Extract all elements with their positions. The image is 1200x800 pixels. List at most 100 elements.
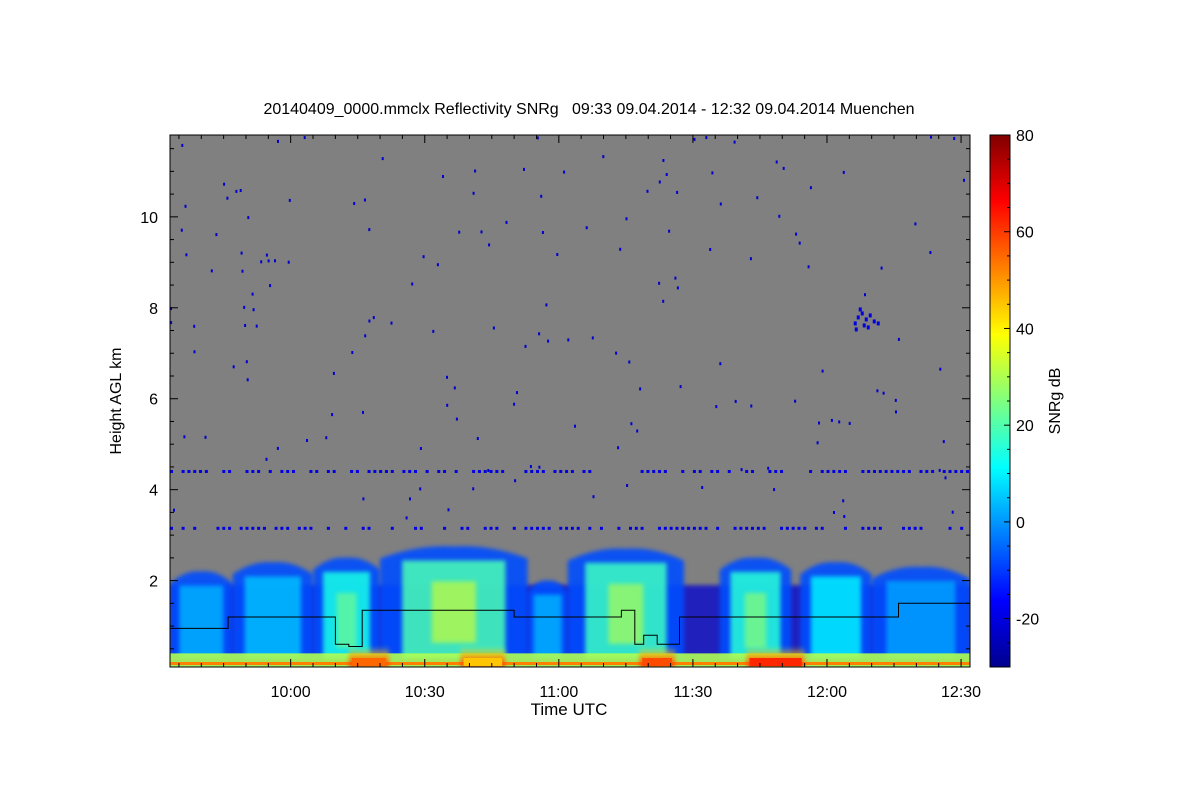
weak-echo-speck [193,526,197,530]
noise-speck [615,351,618,355]
weak-echo-speck [530,526,534,530]
weak-echo-speck [570,526,574,530]
weak-echo-speck [536,526,540,530]
colorbar-tick-label: 20 [1016,418,1034,435]
noise-speck [446,403,449,407]
weak-echo-speck [663,526,667,530]
weak-echo-speck [739,526,743,530]
weak-echo-speck [390,469,394,473]
cloud-echo-peak [431,581,476,643]
noise-speck [276,446,279,450]
weak-echo-speck [925,469,929,473]
surface-max-core [642,658,673,666]
weak-echo-speck [948,469,952,473]
weak-echo-speck [344,526,348,530]
noise-speck [709,248,712,251]
noise-speck [235,189,238,193]
noise-speck [246,378,249,382]
noise-speck [193,324,196,328]
weak-echo-speck [867,526,871,530]
noise-speck [676,190,679,194]
weak-echo-speck [809,469,813,473]
weak-echo-speck [960,469,964,473]
noise-speck [204,435,207,439]
weak-echo-speck [251,469,255,473]
noise-speck [794,399,797,403]
weak-echo-speck [216,526,220,530]
noise-speck [592,495,595,499]
noise-speck [951,510,954,514]
weak-echo-speck [541,469,545,473]
weak-echo-speck [512,526,516,530]
weak-echo-speck [832,469,836,473]
noise-speck [332,371,335,375]
weak-echo-speck [861,526,865,530]
noise-speck [381,157,384,161]
weak-echo-speck [489,469,493,473]
weak-echo-speck [472,469,476,473]
weak-echo-speck [326,526,330,530]
weak-echo-speck [245,469,249,473]
noise-speck [364,198,366,202]
weak-echo-speck [954,469,958,473]
noise-speck [287,260,290,264]
weak-echo-speck [361,526,365,530]
noise-speck [277,139,279,143]
weak-echo-speck [460,526,464,530]
weak-echo-speck [681,526,685,530]
noise-speck [514,479,517,483]
weak-echo-speck [588,526,592,530]
noise-speck [247,216,250,220]
noise-speck [864,293,866,297]
isolated-echo-speck [853,321,857,326]
noise-speck [215,233,218,237]
noise-speck [244,324,247,327]
weak-echo-speck [309,526,313,530]
y-tick-label: 4 [149,483,158,500]
noise-speck [782,166,785,170]
x-tick-label: 11:30 [673,684,712,701]
weak-echo-speck [843,526,847,530]
noise-speck [734,399,737,403]
weak-echo-speck [803,526,807,530]
weak-echo-speck [599,526,603,530]
weak-echo-speck [565,469,569,473]
weak-echo-speck [774,469,778,473]
weak-echo-speck [658,526,662,530]
weak-echo-speck [257,469,261,473]
noise-speck [711,171,714,175]
noise-speck [719,202,722,206]
weak-echo-speck [890,469,894,473]
weak-echo-speck [332,469,336,473]
noise-speck [636,429,639,433]
noise-speck [619,247,622,251]
noise-speck [372,316,375,320]
noise-speck [658,180,661,184]
noise-speck [472,191,475,195]
weak-echo-speck [838,469,842,473]
noise-speck [939,367,942,371]
noise-speck [639,387,642,391]
weak-echo-speck [640,469,644,473]
noise-speck [538,332,541,336]
weak-echo-speck [402,469,406,473]
weak-echo-speck [843,469,847,473]
noise-speck [798,241,801,245]
weak-echo-speck [965,469,969,473]
weak-echo-speck [873,469,877,473]
weak-echo-speck [861,469,865,473]
noise-speck [740,468,743,472]
isolated-echo-speck [862,323,866,328]
noise-speck [750,404,753,408]
x-tick-label: 12:30 [941,684,981,701]
weak-echo-speck [634,526,638,530]
isolated-echo-speck [856,315,860,320]
weak-echo-speck [675,526,679,530]
weak-echo-speck [414,526,418,530]
noise-speck [193,350,196,354]
noise-speck [679,385,682,389]
weak-echo-speck [443,469,447,473]
noise-speck [325,436,328,440]
noise-speck [362,497,365,501]
noise-speck [880,266,883,270]
